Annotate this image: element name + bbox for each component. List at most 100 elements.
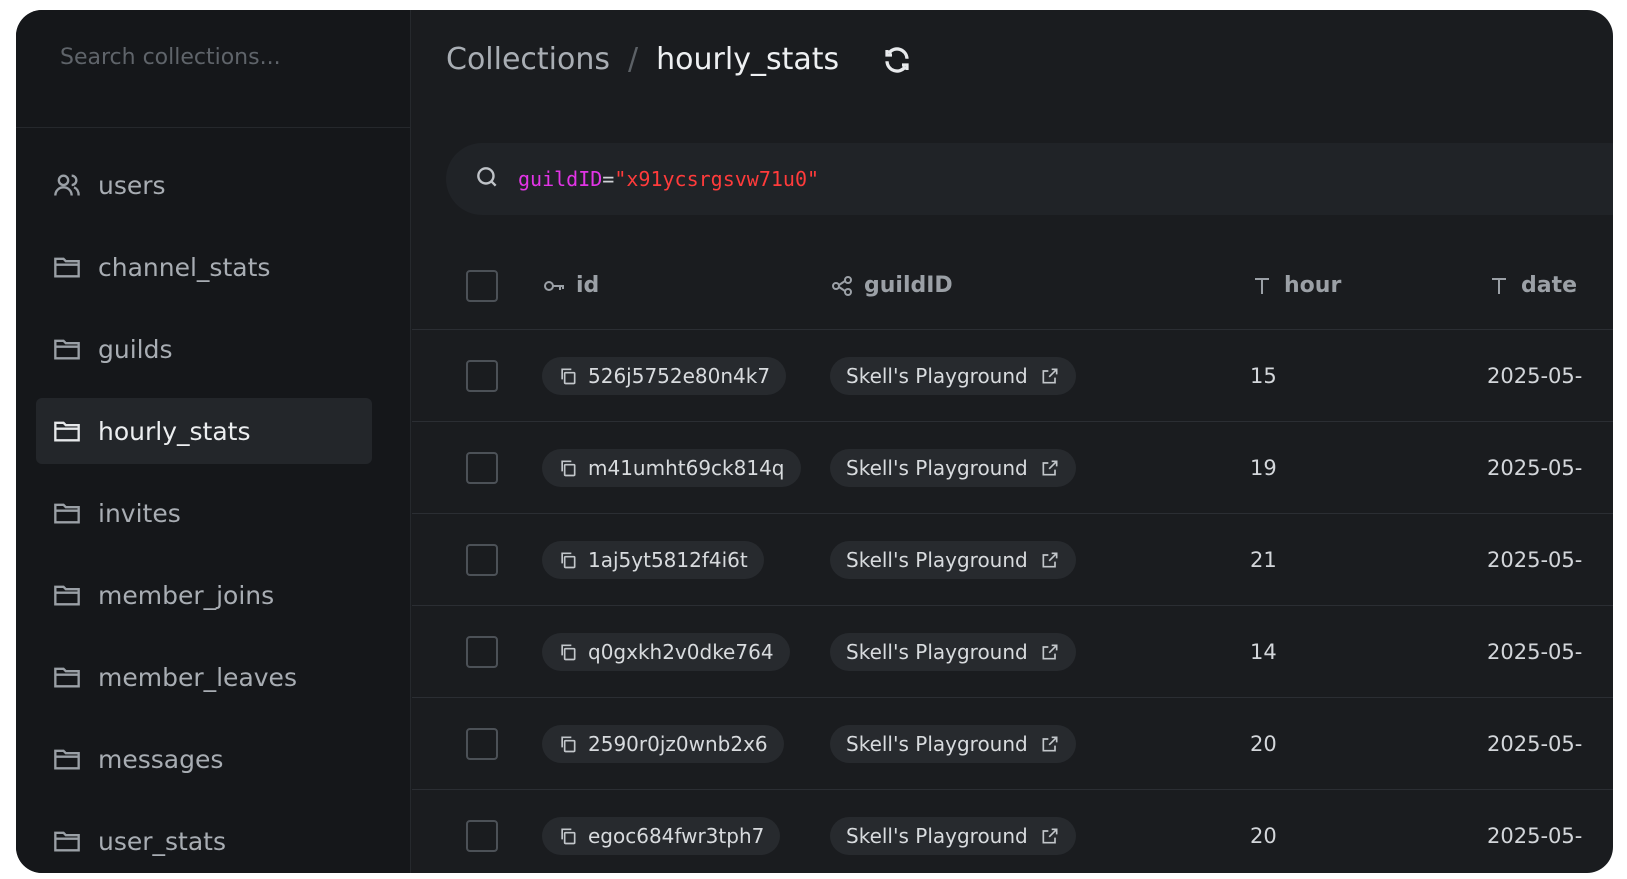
folder-icon: [52, 744, 82, 774]
sidebar-item-hourly-stats[interactable]: hourly_stats: [36, 398, 372, 464]
date-value: 2025-05-: [1487, 639, 1583, 664]
sidebar-item-label: guilds: [98, 334, 173, 364]
sidebar-item-user-stats[interactable]: user_stats: [36, 808, 372, 873]
id-chip[interactable]: egoc684fwr3tph7: [542, 816, 781, 855]
sidebar-item-member-joins[interactable]: member_joins: [36, 562, 372, 628]
filter-expression[interactable]: guildID="x91ycsrgsvw71u0": [518, 167, 819, 191]
copy-icon: [558, 458, 578, 478]
record-id: 526j5752e80n4k7: [588, 363, 771, 388]
search-icon: [474, 164, 500, 195]
copy-icon: [558, 826, 578, 846]
table-row[interactable]: egoc684fwr3tph7 Skell's Playground 20 20…: [412, 790, 1613, 873]
refresh-icon[interactable]: [881, 44, 913, 76]
external-link-icon: [1040, 642, 1060, 662]
main-panel: Collections / hourly_stats guildID="x91y…: [412, 10, 1613, 873]
record-id: egoc684fwr3tph7: [588, 823, 765, 848]
sidebar-item-label: users: [98, 170, 166, 200]
column-label: date: [1521, 273, 1578, 298]
column-label: hour: [1284, 273, 1342, 298]
text-type-icon: [1487, 274, 1511, 298]
guild-relation-chip[interactable]: Skell's Playground: [830, 448, 1076, 487]
breadcrumb-separator: /: [628, 42, 639, 77]
filter-search-bar[interactable]: guildID="x91ycsrgsvw71u0": [446, 143, 1613, 215]
guild-name: Skell's Playground: [846, 639, 1028, 664]
table-row[interactable]: 2590r0jz0wnb2x6 Skell's Playground 20 20…: [412, 698, 1613, 790]
sidebar-item-users[interactable]: users: [36, 152, 372, 218]
id-chip[interactable]: 1aj5yt5812f4i6t: [542, 540, 764, 579]
sidebar-item-channel-stats[interactable]: channel_stats: [36, 234, 372, 300]
id-chip[interactable]: q0gxkh2v0dke764: [542, 632, 790, 671]
table-row[interactable]: 526j5752e80n4k7 Skell's Playground 15 20…: [412, 330, 1613, 422]
record-id: q0gxkh2v0dke764: [588, 639, 774, 664]
external-link-icon: [1040, 550, 1060, 570]
row-checkbox[interactable]: [466, 727, 498, 760]
guild-name: Skell's Playground: [846, 823, 1028, 848]
guild-relation-chip[interactable]: Skell's Playground: [830, 724, 1076, 763]
hour-value: 21: [1250, 547, 1277, 572]
column-label: id: [576, 273, 600, 298]
date-value: 2025-05-: [1487, 823, 1583, 848]
copy-icon: [558, 366, 578, 386]
relation-icon: [830, 274, 854, 298]
row-checkbox[interactable]: [466, 451, 498, 484]
id-chip[interactable]: m41umht69ck814q: [542, 448, 801, 487]
copy-icon: [558, 642, 578, 662]
select-all-checkbox[interactable]: [466, 269, 498, 302]
sidebar-item-label: messages: [98, 744, 224, 774]
guild-relation-chip[interactable]: Skell's Playground: [830, 540, 1076, 579]
row-checkbox[interactable]: [466, 543, 498, 576]
table-row[interactable]: 1aj5yt5812f4i6t Skell's Playground 21 20…: [412, 514, 1613, 606]
row-checkbox[interactable]: [466, 359, 498, 392]
table-row[interactable]: q0gxkh2v0dke764 Skell's Playground 14 20…: [412, 606, 1613, 698]
filter-value: "x91ycsrgsvw71u0": [614, 167, 820, 191]
guild-relation-chip[interactable]: Skell's Playground: [830, 816, 1076, 855]
sidebar-item-messages[interactable]: messages: [36, 726, 372, 792]
id-chip[interactable]: 526j5752e80n4k7: [542, 356, 787, 395]
breadcrumb-collections[interactable]: Collections: [446, 42, 610, 77]
column-header-id[interactable]: id: [542, 242, 599, 329]
copy-icon: [558, 734, 578, 754]
guild-name: Skell's Playground: [846, 731, 1028, 756]
column-header-guildid[interactable]: guildID: [830, 242, 953, 329]
collection-search: [16, 10, 410, 128]
id-chip[interactable]: 2590r0jz0wnb2x6: [542, 724, 784, 763]
sidebar-item-member-leaves[interactable]: member_leaves: [36, 644, 372, 710]
app-window: users channel_stats guilds hourly_stats: [16, 10, 1613, 873]
row-checkbox[interactable]: [466, 819, 498, 852]
external-link-icon: [1040, 734, 1060, 754]
folder-icon: [52, 252, 82, 282]
hour-value: 14: [1250, 639, 1277, 664]
sidebar-item-label: member_leaves: [98, 662, 297, 692]
record-id: m41umht69ck814q: [588, 455, 785, 480]
key-icon: [542, 274, 566, 298]
sidebar-item-label: user_stats: [98, 826, 227, 856]
folder-icon: [52, 334, 82, 364]
sidebar-item-invites[interactable]: invites: [36, 480, 372, 546]
table-row[interactable]: m41umht69ck814q Skell's Playground 19 20…: [412, 422, 1613, 514]
column-header-date[interactable]: date: [1487, 242, 1577, 329]
table-header: id guildID hour date: [412, 242, 1613, 330]
sidebar-item-guilds[interactable]: guilds: [36, 316, 372, 382]
page-title: hourly_stats: [656, 42, 840, 77]
text-type-icon: [1250, 274, 1274, 298]
search-collections-input[interactable]: [60, 40, 380, 74]
column-label: guildID: [864, 273, 953, 298]
copy-icon: [558, 550, 578, 570]
guild-relation-chip[interactable]: Skell's Playground: [830, 632, 1076, 671]
filter-operator: =: [602, 167, 615, 191]
hour-value: 20: [1250, 731, 1277, 756]
guild-relation-chip[interactable]: Skell's Playground: [830, 356, 1076, 395]
records-table: id guildID hour date 526j5752e80n4k7 Ske…: [412, 242, 1613, 873]
sidebar-item-label: hourly_stats: [98, 416, 251, 446]
record-id: 1aj5yt5812f4i6t: [588, 547, 748, 572]
external-link-icon: [1040, 366, 1060, 386]
users-icon: [52, 170, 82, 200]
sidebar: users channel_stats guilds hourly_stats: [16, 10, 411, 873]
column-header-hour[interactable]: hour: [1250, 242, 1341, 329]
guild-name: Skell's Playground: [846, 547, 1028, 572]
filter-key: guildID: [518, 167, 603, 191]
breadcrumb: Collections / hourly_stats: [446, 42, 913, 77]
guild-name: Skell's Playground: [846, 363, 1028, 388]
row-checkbox[interactable]: [466, 635, 498, 668]
sidebar-item-label: invites: [98, 498, 181, 528]
